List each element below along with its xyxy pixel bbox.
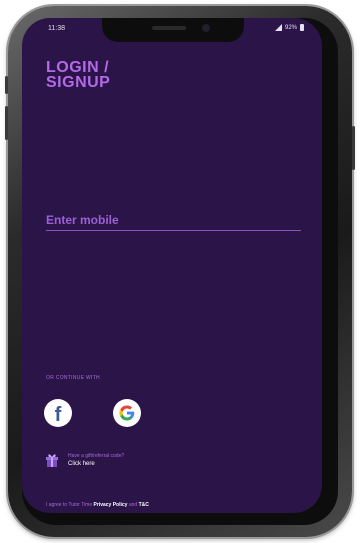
gift-icon <box>46 454 58 467</box>
notch <box>102 18 244 42</box>
mobile-input[interactable] <box>46 210 301 231</box>
facebook-icon: f <box>54 403 62 426</box>
status-time: 11:38 <box>48 25 65 32</box>
terms-and: and <box>128 502 138 508</box>
referral-action[interactable]: Click here <box>68 460 124 468</box>
app-screen: 11:38 92% LOGIN / SIGNUP OR CONTINUE WIT… <box>22 18 322 513</box>
front-camera <box>202 24 210 32</box>
volume-down-button <box>5 106 8 140</box>
referral-question: Have a gift/referral code? <box>68 453 125 459</box>
page-title: LOGIN / SIGNUP <box>46 59 111 91</box>
volume-up-button <box>5 76 8 94</box>
speaker-grille <box>152 26 186 30</box>
privacy-policy-link[interactable]: Privacy Policy <box>94 502 128 508</box>
battery-percent: 92% <box>284 24 297 31</box>
signal-icon <box>274 24 282 31</box>
facebook-login-button[interactable]: f <box>44 399 72 427</box>
terms-footer: I agree to Tutor Time Privacy Policy and… <box>46 502 149 508</box>
referral-link[interactable]: Have a gift/referral code? Click here <box>46 452 124 468</box>
power-button <box>352 126 355 170</box>
terms-prefix: I agree to Tutor Time <box>46 502 93 508</box>
google-login-button[interactable] <box>113 399 141 427</box>
tnc-link[interactable]: T&C <box>139 502 149 508</box>
title-line-1: LOGIN / <box>46 59 110 76</box>
referral-text: Have a gift/referral code? Click here <box>68 452 124 468</box>
title-line-2: SIGNUP <box>46 74 111 91</box>
status-indicators: 92% <box>274 24 304 31</box>
google-icon <box>119 405 135 421</box>
social-login-label: OR CONTINUE WITH <box>46 375 100 381</box>
battery-icon <box>300 24 304 31</box>
